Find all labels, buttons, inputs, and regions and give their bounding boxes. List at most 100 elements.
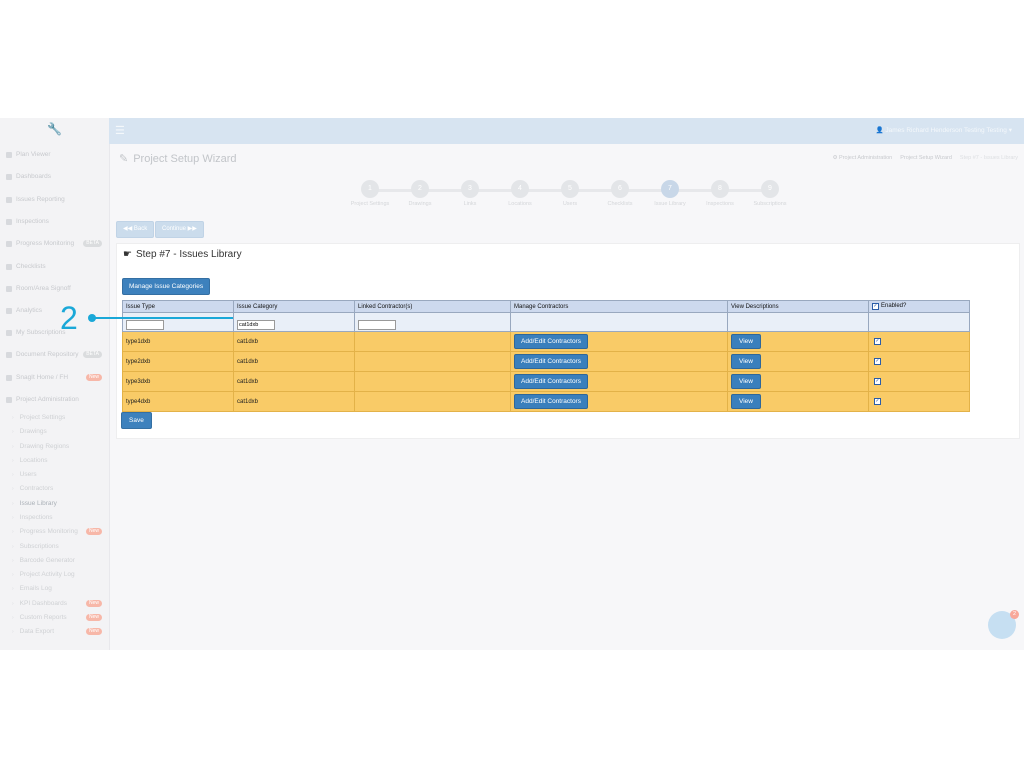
sidebar-item-room-area-signoff[interactable]: Room/Area Signoff: [6, 285, 71, 292]
search-icon: [6, 218, 12, 225]
sidebar-subitem-label: Inspections: [19, 514, 53, 521]
sidebar-subitem-project-settings[interactable]: › Project Settings: [12, 414, 65, 421]
add-edit-contractors-button[interactable]: Add/Edit Contractors: [514, 394, 588, 409]
sidebar-subitem-contractors[interactable]: › Contractors: [12, 485, 53, 492]
sidebar-subitem-label: Project Settings: [19, 414, 66, 421]
table-header-row: Issue Type Issue Category Linked Contrac…: [122, 300, 970, 313]
issue-type-cell: type4dxb: [122, 391, 234, 412]
sidebar-subitem-custom-reports[interactable]: › Custom Reports New: [12, 614, 106, 621]
wizard-step-9[interactable]: 9 Subscriptions: [740, 180, 800, 207]
add-edit-contractors-button[interactable]: Add/Edit Contractors: [514, 374, 588, 389]
filter-row: [122, 312, 970, 332]
back-button[interactable]: ◀◀ Back: [116, 221, 155, 238]
issue-category-filter-input[interactable]: [237, 320, 275, 330]
chevron-right-icon: ›: [12, 514, 14, 521]
filter-cell: [233, 312, 355, 332]
annotation-pointer-dot: [88, 314, 96, 322]
view-descriptions-button[interactable]: View: [731, 394, 761, 409]
new-badge: New: [85, 374, 102, 381]
sidebar-subitem-users[interactable]: › Users: [12, 471, 37, 478]
sidebar-item-dashboards[interactable]: Dashboards: [6, 173, 51, 180]
sidebar-item-analytics[interactable]: Analytics: [6, 307, 42, 314]
enabled-checkbox[interactable]: ✓: [874, 338, 881, 345]
col-enabled[interactable]: ✓ Enabled?: [868, 300, 970, 313]
image-icon: [6, 151, 12, 158]
save-button[interactable]: Save: [121, 412, 152, 429]
sidebar-subitem-barcode-generator[interactable]: › Barcode Generator: [12, 557, 75, 564]
sidebar-subitem-drawings[interactable]: › Drawings: [12, 428, 47, 435]
sidebar-item-snagit-home[interactable]: SnagIt Home / FH New: [6, 374, 106, 381]
hamburger-menu-icon[interactable]: ☰: [115, 126, 125, 137]
chevron-right-icon: ›: [12, 471, 14, 478]
app-window: 🔧 Plan Viewer Dashboards Issues Reportin…: [0, 118, 1024, 650]
enabled-checkbox[interactable]: ✓: [874, 358, 881, 365]
enabled-checkbox[interactable]: ✓: [874, 398, 881, 405]
issue-type-cell: type1dxb: [122, 331, 234, 352]
step-number: 1: [361, 180, 379, 198]
sidebar-subitem-label: Issue Library: [19, 500, 57, 507]
sidebar-item-my-subscriptions[interactable]: My Subscriptions: [6, 329, 66, 336]
gears-icon: ⚙: [832, 155, 838, 161]
breadcrumb-item-wizard[interactable]: Project Setup Wizard: [900, 155, 952, 161]
sidebar-subitem-data-export[interactable]: › Data Export New: [12, 628, 106, 635]
chevron-right-icon: ›: [12, 443, 14, 450]
hand-pointer-icon: ☛: [123, 249, 132, 260]
add-edit-contractors-button[interactable]: Add/Edit Contractors: [514, 334, 588, 349]
sidebar-subitem-subscriptions[interactable]: › Subscriptions: [12, 543, 59, 550]
sidebar-item-plan-viewer[interactable]: Plan Viewer: [6, 151, 51, 158]
sidebar-subitem-label: Users: [19, 471, 37, 478]
breadcrumb-item-project-administration[interactable]: ⚙ Project Administration: [833, 155, 893, 161]
sidebar-subitem-locations[interactable]: › Locations: [12, 457, 48, 464]
enabled-cell: ✓: [868, 391, 970, 412]
chevron-right-icon: ›: [12, 500, 14, 507]
issue-type-filter-input[interactable]: [126, 320, 164, 330]
table-row: type3dxb cat1dxb Add/Edit Contractors Vi…: [122, 371, 970, 392]
user-menu[interactable]: 👤 James Richard Henderson Testing Testin…: [875, 126, 1012, 134]
sidebar-subitem-emails-log[interactable]: › Emails Log: [12, 585, 52, 592]
sidebar-subitem-inspections[interactable]: › Inspections: [12, 514, 53, 521]
table-row: type1dxb cat1dxb Add/Edit Contractors Vi…: [122, 331, 970, 352]
issue-type-cell: type3dxb: [122, 371, 234, 392]
sidebar-item-inspections[interactable]: Inspections: [6, 218, 49, 225]
sidebar-item-document-repository[interactable]: Document Repository BETA: [6, 351, 106, 358]
chevron-right-icon: ›: [12, 428, 14, 435]
enabled-cell: ✓: [868, 371, 970, 392]
sidebar-item-progress-monitoring[interactable]: Progress Monitoring BETA: [6, 240, 106, 247]
filter-cell: [727, 312, 869, 332]
sidebar-subitem-progress-monitoring[interactable]: › Progress Monitoring New: [12, 528, 106, 535]
view-descriptions-button[interactable]: View: [731, 334, 761, 349]
sidebar-subitem-drawing-regions[interactable]: › Drawing Regions: [12, 443, 69, 450]
issue-category-cell: cat1dxb: [233, 371, 355, 392]
sidebar-subitem-project-activity-log[interactable]: › Project Activity Log: [12, 571, 75, 578]
linked-contractors-filter-input[interactable]: [358, 320, 396, 330]
sidebar-item-issues-reporting[interactable]: Issues Reporting: [6, 196, 65, 203]
sidebar-item-project-administration[interactable]: Project Administration: [6, 396, 79, 403]
manage-issue-categories-button[interactable]: Manage Issue Categories: [122, 278, 211, 295]
chevron-right-icon: ›: [12, 414, 14, 421]
manage-contractors-cell: Add/Edit Contractors: [510, 331, 728, 352]
enabled-cell: ✓: [868, 331, 970, 352]
select-all-checkbox[interactable]: ✓: [872, 303, 879, 310]
sidebar: 🔧 Plan Viewer Dashboards Issues Reportin…: [0, 118, 110, 650]
filter-cell: [122, 312, 234, 332]
manage-contractors-cell: Add/Edit Contractors: [510, 371, 728, 392]
chevron-right-icon: ›: [12, 457, 14, 464]
view-descriptions-button[interactable]: View: [731, 374, 761, 389]
step-number: 9: [761, 180, 779, 198]
sidebar-subitem-kpi-dashboards[interactable]: › KPI Dashboards New: [12, 600, 106, 607]
analytics-icon: [6, 307, 12, 314]
col-linked-contractors[interactable]: Linked Contractor(s): [354, 300, 511, 313]
continue-button[interactable]: Continue ▶▶: [155, 221, 204, 238]
col-issue-type[interactable]: Issue Type: [122, 300, 234, 313]
enabled-checkbox[interactable]: ✓: [874, 378, 881, 385]
sidebar-subitem-issue-library[interactable]: › Issue Library: [12, 500, 57, 507]
sidebar-subitem-label: Contractors: [19, 485, 54, 492]
col-issue-category[interactable]: Issue Category: [233, 300, 355, 313]
view-descriptions-button[interactable]: View: [731, 354, 761, 369]
issue-category-cell: cat1dxb: [233, 391, 355, 412]
new-badge: New: [85, 528, 102, 535]
add-edit-contractors-button[interactable]: Add/Edit Contractors: [514, 354, 588, 369]
new-badge: New: [85, 600, 102, 607]
sidebar-item-checklists[interactable]: Checklists: [6, 263, 46, 270]
top-navbar: ☰ 👤 James Richard Henderson Testing Test…: [109, 118, 1024, 144]
